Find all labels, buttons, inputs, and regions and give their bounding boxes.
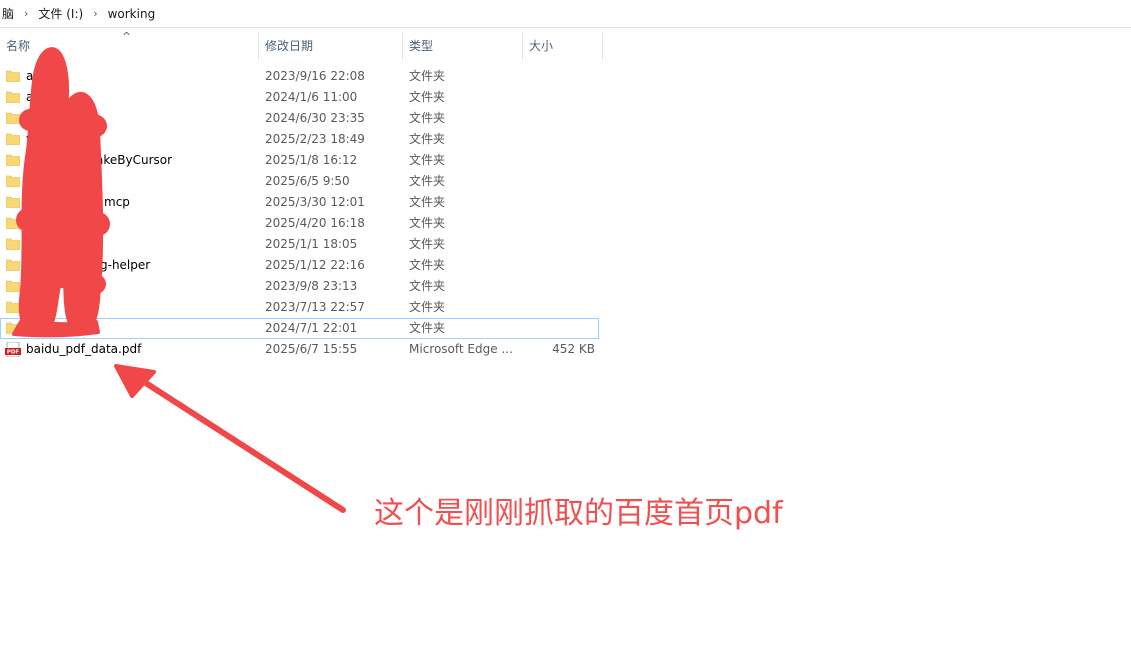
file-name: t [78, 279, 83, 293]
column-header-modified[interactable]: 修改日期 [259, 27, 403, 65]
file-modified: 2025/6/5 9:50 [265, 174, 350, 188]
file-modified: 2025/1/1 18:05 [265, 237, 358, 251]
column-header-type[interactable]: 类型 [403, 27, 523, 65]
file-type: 文件夹 [409, 216, 446, 230]
folder-icon [6, 196, 20, 208]
file-modified: 2024/6/30 23:35 [265, 111, 365, 125]
file-type: 文件夹 [409, 90, 446, 104]
sort-ascending-icon: ^ [122, 30, 132, 43]
column-divider[interactable] [602, 33, 603, 61]
folder-icon [6, 91, 20, 103]
list-item[interactable]: PDF baidu_pdf_data.pdf 2025/6/7 15:55 Mi… [0, 339, 603, 360]
file-type: Microsoft Edge ... [409, 342, 513, 356]
file-modified: 2025/3/30 12:01 [265, 195, 365, 209]
list-item[interactable]: a 2023/9/16 22:08 文件夹 [0, 66, 603, 87]
file-modified: 2024/1/6 11:00 [265, 90, 358, 104]
folder-icon [6, 217, 20, 229]
file-modified: 2025/1/8 16:12 [265, 153, 358, 167]
folder-icon [6, 238, 20, 250]
column-header: 名称 修改日期 类型 大小 [0, 27, 603, 65]
file-name: mcp [104, 195, 130, 209]
file-name: a [26, 90, 34, 104]
breadcrumb-item-drive[interactable]: 文件 (I:) [36, 5, 85, 22]
folder-icon [6, 322, 20, 334]
file-type: 文件夹 [409, 195, 446, 209]
column-header-modified-label: 修改日期 [265, 39, 314, 53]
column-header-name-label: 名称 [6, 39, 31, 53]
list-item[interactable]: a 2024/1/6 11:00 文件夹 [0, 87, 603, 108]
file-explorer-window: 脑 › 文件 (I:) › working 名称 修改日期 类型 大小 ^ a … [0, 0, 1131, 649]
file-type: 文件夹 [409, 153, 446, 167]
file-name: a [26, 69, 34, 83]
file-name: akeByCursor [96, 153, 173, 167]
list-item[interactable]: 2025/4/20 16:18 文件夹 [0, 213, 603, 234]
breadcrumb-item-folder[interactable]: working [106, 7, 158, 21]
file-modified: 2025/6/7 15:55 [265, 342, 358, 356]
file-name: v [26, 132, 34, 146]
folder-icon [6, 280, 20, 292]
file-name: baidu_pdf_data.pdf [26, 342, 142, 356]
annotation-note: 这个是刚刚抓取的百度首页pdf [374, 496, 783, 531]
file-type: 文件夹 [409, 321, 446, 335]
column-header-size-label: 大小 [529, 39, 554, 53]
folder-icon [6, 301, 20, 313]
breadcrumb: 脑 › 文件 (I:) › working [0, 0, 1131, 28]
list-item[interactable]: 2024/6/30 23:35 文件夹 [0, 108, 603, 129]
file-type: 文件夹 [409, 258, 446, 272]
file-type: 文件夹 [409, 69, 446, 83]
folder-icon [6, 259, 20, 271]
file-modified: 2023/9/8 23:13 [265, 279, 358, 293]
folder-icon [6, 112, 20, 124]
file-type: 文件夹 [409, 237, 446, 251]
list-item-focused[interactable]: 2024/7/1 22:01 文件夹 [0, 318, 599, 339]
file-size: 452 KB [552, 342, 595, 356]
list-item[interactable]: v 2025/2/23 18:49 文件夹 [0, 129, 603, 150]
chevron-right-icon[interactable]: › [16, 7, 36, 20]
file-name: di- [70, 300, 86, 314]
file-modified: 2025/2/23 18:49 [265, 132, 365, 146]
list-item[interactable]: g-helper 2025/1/12 22:16 文件夹 [0, 255, 603, 276]
file-type: 文件夹 [409, 300, 446, 314]
breadcrumb-item-computer[interactable]: 脑 [0, 5, 16, 22]
folder-icon [6, 70, 20, 82]
file-type: 文件夹 [409, 279, 446, 293]
list-item[interactable]: t 2023/9/8 23:13 文件夹 [0, 276, 603, 297]
arrow-icon [114, 364, 346, 513]
file-modified: 2023/9/16 22:08 [265, 69, 365, 83]
svg-text:PDF: PDF [7, 350, 20, 356]
file-modified: 2025/1/12 22:16 [265, 258, 365, 272]
list-item[interactable]: 2025/1/1 18:05 文件夹 [0, 234, 603, 255]
chevron-right-icon[interactable]: › [85, 7, 105, 20]
folder-icon [6, 154, 20, 166]
file-name: g-helper [100, 258, 151, 272]
file-type: 文件夹 [409, 132, 446, 146]
folder-icon [6, 133, 20, 145]
column-header-size[interactable]: 大小 [523, 27, 603, 65]
file-modified: 2024/7/1 22:01 [265, 321, 358, 335]
pdf-file-icon: PDF [5, 342, 21, 357]
file-modified: 2025/4/20 16:18 [265, 216, 365, 230]
file-list: a 2023/9/16 22:08 文件夹 a 2024/1/6 11:00 文… [0, 66, 603, 360]
column-header-type-label: 类型 [409, 39, 434, 53]
list-item[interactable]: di- 2023/7/13 22:57 文件夹 [0, 297, 603, 318]
list-item[interactable]: akeByCursor 2025/1/8 16:12 文件夹 [0, 150, 603, 171]
folder-icon [6, 175, 20, 187]
list-item[interactable]: mcp 2025/3/30 12:01 文件夹 [0, 192, 603, 213]
list-item[interactable]: 2025/6/5 9:50 文件夹 [0, 171, 603, 192]
file-type: 文件夹 [409, 174, 446, 188]
file-modified: 2023/7/13 22:57 [265, 300, 365, 314]
file-type: 文件夹 [409, 111, 446, 125]
